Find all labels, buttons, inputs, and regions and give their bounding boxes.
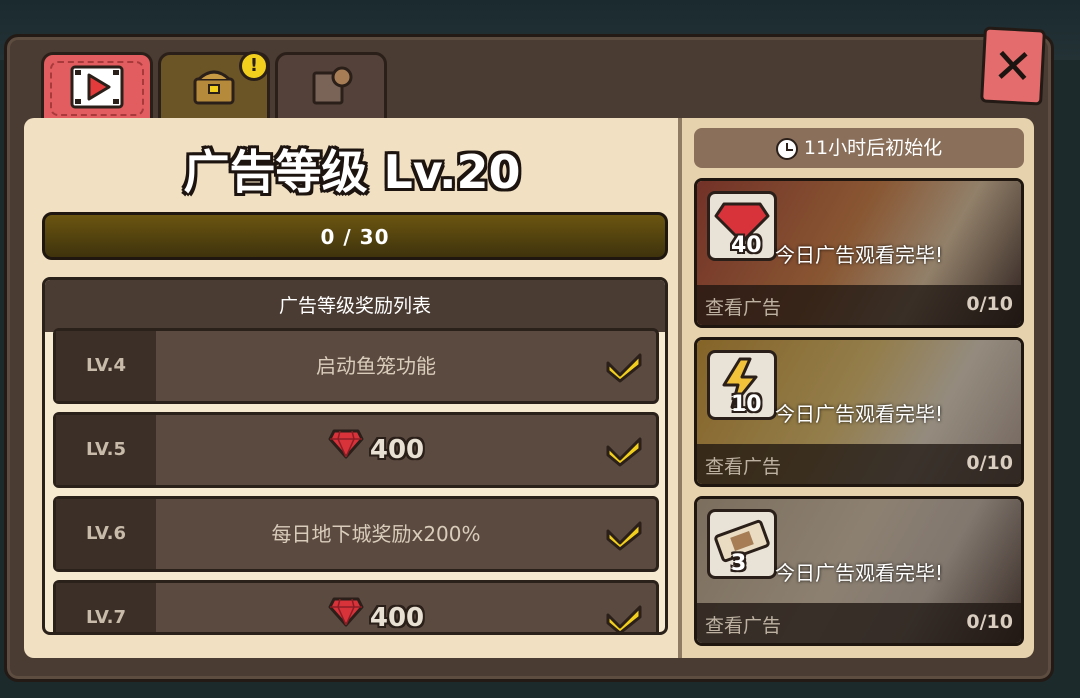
ruby-gem-icon	[328, 416, 364, 486]
row-reward-text: 每日地下城奖励x200%	[271, 522, 481, 546]
panel-divider	[678, 118, 682, 658]
reward-row: LV.5 400	[53, 412, 659, 488]
tab-book[interactable]	[275, 52, 387, 122]
progress-text: 0 / 30	[320, 225, 390, 249]
ad-view-count: 0/10	[966, 452, 1013, 474]
reset-text: 11小时后初始化	[803, 137, 943, 159]
reward-row: LV.6 每日地下城奖励x200%	[53, 496, 659, 572]
tab-video-ads[interactable]	[41, 52, 153, 122]
gem-amount: 400	[369, 435, 425, 465]
watch-ad-label: 查看广告	[705, 297, 782, 319]
treasure-chest-icon	[189, 63, 239, 111]
close-icon: ✕	[991, 37, 1035, 97]
ad-completed-text: 今日广告观看完毕!	[774, 561, 944, 585]
row-level: LV.5	[56, 415, 156, 485]
claimed-check-icon	[604, 601, 644, 632]
clock-icon	[775, 137, 798, 160]
claimed-check-icon	[604, 349, 644, 387]
book-coin-icon	[306, 63, 356, 111]
ad-card-footer: 查看广告 0/10	[697, 285, 1021, 325]
gem-amount: 400	[369, 603, 425, 633]
ad-level-title: 广告等级 Lv.20	[183, 145, 521, 199]
claimed-check-icon	[604, 517, 644, 555]
row-level: LV.4	[56, 331, 156, 401]
close-button[interactable]: ✕	[980, 26, 1046, 106]
reward-row: LV.7 400	[53, 580, 659, 633]
ad-completed-text: 今日广告观看完毕!	[774, 243, 944, 267]
claimed-check-icon	[604, 433, 644, 471]
ad-level-progress-bar: 0 / 30	[42, 212, 668, 260]
ad-card-ticket[interactable]: 3 今日广告观看完毕! 查看广告 0/10	[694, 496, 1024, 646]
ad-card-footer: 查看广告 0/10	[697, 603, 1021, 643]
row-reward-gem: 400	[156, 415, 596, 485]
ad-completed-text: 今日广告观看完毕!	[774, 402, 944, 426]
ad-card-footer: 查看广告 0/10	[697, 444, 1021, 484]
reward-list-header: 广告等级奖励列表	[45, 280, 665, 332]
watch-ad-label: 查看广告	[705, 615, 782, 637]
ruby-gem-icon	[328, 584, 364, 633]
ad-view-count: 0/10	[966, 293, 1013, 315]
film-play-icon	[69, 64, 125, 114]
ad-card-gems[interactable]: 40 今日广告观看完毕! 查看广告 0/10	[694, 178, 1024, 328]
row-reward-gem: 400	[156, 583, 596, 633]
watch-ad-label: 查看广告	[705, 456, 782, 478]
row-reward-text: 启动鱼笼功能	[316, 354, 436, 378]
reset-timer: 11小时后初始化	[694, 128, 1024, 168]
row-level: LV.7	[56, 583, 156, 632]
tab-alert-badge: !	[239, 51, 269, 81]
reward-list[interactable]: 广告等级奖励列表 LV.4 启动鱼笼功能 LV.5 400 LV.6 每日地下城…	[42, 277, 668, 635]
row-level: LV.6	[56, 499, 156, 569]
ad-card-energy[interactable]: 10 今日广告观看完毕! 查看广告 0/10	[694, 337, 1024, 487]
reward-row: LV.4 启动鱼笼功能	[53, 328, 659, 404]
ad-view-count: 0/10	[966, 611, 1013, 633]
